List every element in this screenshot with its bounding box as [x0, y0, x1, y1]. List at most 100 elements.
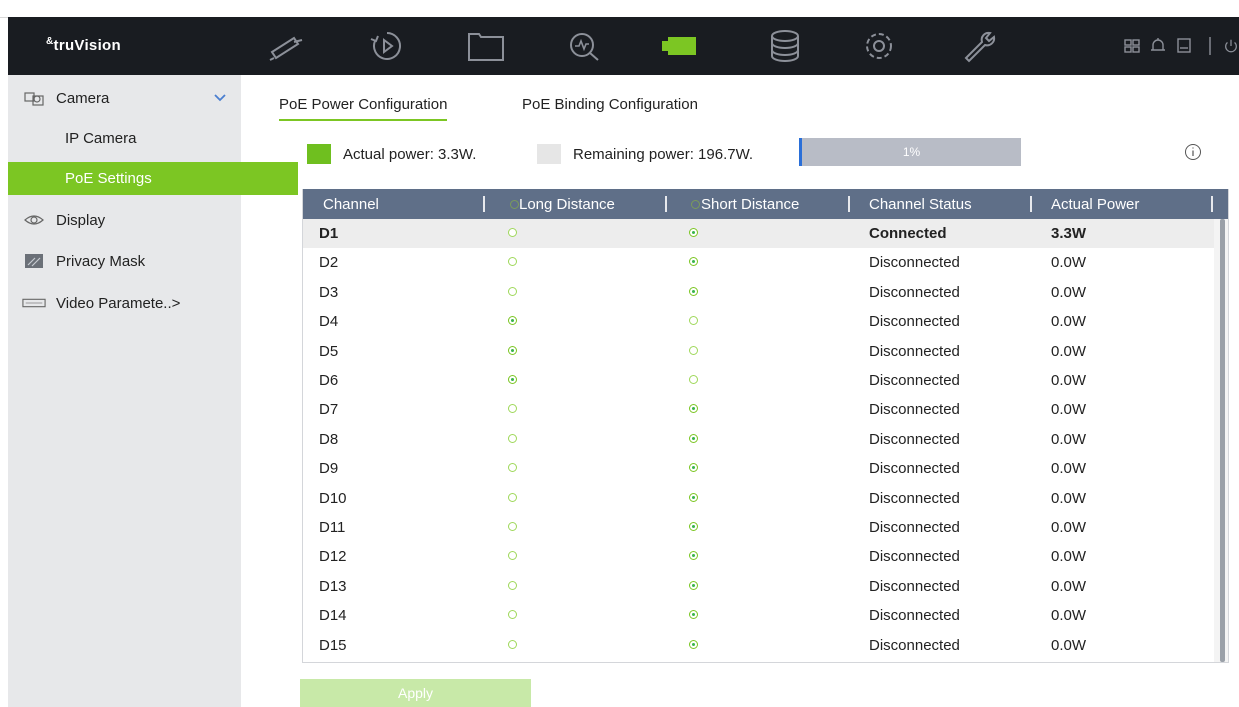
table-row[interactable]: D7 Disconnected 0.0W [303, 395, 1214, 424]
long-distance-radio[interactable] [508, 522, 517, 531]
actual-power-cell: 0.0W [1051, 607, 1087, 625]
monitor-icon[interactable] [1171, 35, 1197, 57]
long-distance-radio[interactable] [508, 345, 517, 355]
actual-power-cell: 0.0W [1051, 460, 1087, 478]
channel-status-cell: Disconnected [869, 283, 960, 301]
short-distance-radio[interactable] [689, 228, 698, 237]
sidebar-item-label: Video Paramete..> [56, 294, 181, 312]
long-distance-radio[interactable] [508, 492, 517, 502]
power-icon[interactable] [1223, 35, 1239, 57]
short-distance-radio[interactable] [689, 433, 698, 443]
table-row[interactable]: D5 Disconnected 0.0W [303, 337, 1214, 366]
table-row[interactable]: D2 Disconnected 0.0W [303, 248, 1214, 277]
video-camera-icon[interactable] [658, 26, 704, 66]
maintenance-icon[interactable] [956, 26, 1002, 66]
short-distance-radio[interactable] [689, 345, 698, 355]
long-distance-radio[interactable] [508, 257, 517, 267]
top-strip [0, 0, 1239, 18]
scrollbar-thumb[interactable] [1220, 219, 1225, 662]
sidebar-item-display[interactable]: Display [8, 203, 241, 237]
camera-icon[interactable] [262, 26, 308, 66]
column-separator [1030, 196, 1032, 212]
short-distance-radio[interactable] [689, 551, 698, 561]
top-navigation-bar: &truVision [8, 17, 1239, 75]
storage-icon[interactable] [762, 26, 808, 66]
short-distance-select-all-radio[interactable] [691, 200, 700, 209]
sidebar-item-label: Display [56, 211, 106, 229]
tab-poe-power-configuration[interactable]: PoE Power Configuration [279, 96, 448, 121]
actual-power-text: Actual power: 3.3W. [343, 145, 477, 163]
actual-power-cell: 0.0W [1051, 577, 1087, 595]
long-distance-radio[interactable] [508, 551, 517, 561]
sidebar-item-label: Camera [56, 89, 110, 107]
sidebar-item-privacy-mask[interactable]: Privacy Mask [8, 244, 241, 278]
info-icon[interactable] [1184, 143, 1202, 161]
short-distance-radio[interactable] [689, 257, 698, 267]
sidebar-item-poe-settings[interactable]: PoE Settings [8, 162, 298, 195]
short-distance-radio[interactable] [689, 522, 698, 531]
table-scrollbar[interactable] [1214, 219, 1228, 662]
eye-icon [22, 211, 46, 229]
privacy-mask-icon [22, 252, 46, 270]
long-distance-radio[interactable] [508, 375, 517, 384]
playback-icon[interactable] [364, 26, 410, 66]
long-distance-radio[interactable] [508, 610, 517, 620]
channel-status-cell: Disconnected [869, 401, 960, 419]
sidebar-item-camera[interactable]: Camera [8, 81, 241, 115]
table-row[interactable]: D9 Disconnected 0.0W [303, 454, 1214, 483]
long-distance-radio[interactable] [508, 463, 517, 473]
table-row[interactable]: D13 Disconnected 0.0W [303, 572, 1214, 601]
short-distance-radio[interactable] [689, 580, 698, 590]
bell-icon[interactable] [1145, 35, 1171, 57]
channel-status-cell: Disconnected [869, 636, 960, 654]
table-row[interactable]: D11 Disconnected 0.0W [303, 513, 1214, 542]
tab-poe-binding-configuration[interactable]: PoE Binding Configuration [522, 96, 698, 119]
short-distance-radio[interactable] [689, 404, 698, 414]
settings-icon[interactable] [856, 26, 902, 66]
long-distance-radio[interactable] [508, 286, 517, 296]
short-distance-radio[interactable] [689, 463, 698, 473]
long-distance-radio[interactable] [508, 639, 517, 649]
short-distance-radio[interactable] [689, 375, 698, 384]
table-row[interactable]: D14 Disconnected 0.0W [303, 601, 1214, 630]
channel-cell: D1 [319, 225, 339, 242]
search-event-icon[interactable] [561, 26, 607, 66]
long-distance-radio[interactable] [508, 228, 517, 237]
chevron-down-icon[interactable] [213, 90, 227, 104]
sidebar-item-ip-camera[interactable]: IP Camera [8, 121, 298, 155]
table-row[interactable]: D6 Disconnected 0.0W [303, 366, 1214, 395]
table-row[interactable]: D12 Disconnected 0.0W [303, 542, 1214, 571]
actual-power-cell: 0.0W [1051, 372, 1087, 389]
long-distance-radio[interactable] [508, 316, 517, 326]
table-row[interactable]: D1 Connected 3.3W [303, 219, 1214, 248]
short-distance-radio[interactable] [689, 610, 698, 620]
long-distance-radio[interactable] [508, 404, 517, 414]
sidebar: Camera IP Camera PoE Settings Display Pr… [8, 75, 298, 707]
sidebar-item-video-parameters[interactable]: Video Paramete..> [8, 286, 241, 320]
channel-cell: D3 [319, 283, 339, 301]
short-distance-radio[interactable] [689, 316, 698, 326]
table-row[interactable]: D10 Disconnected 0.0W [303, 484, 1214, 513]
table-row[interactable]: D15 Disconnected 0.0W [303, 631, 1214, 660]
long-distance-radio[interactable] [508, 433, 517, 443]
grid-icon[interactable] [1119, 35, 1145, 57]
table-row[interactable]: D3 Disconnected 0.0W [303, 278, 1214, 307]
table-row[interactable]: D4 Disconnected 0.0W [303, 307, 1214, 336]
long-distance-radio[interactable] [508, 580, 517, 590]
actual-power-cell: 0.0W [1051, 430, 1087, 448]
channel-cell: D14 [319, 607, 347, 625]
channel-cell: D6 [319, 372, 339, 389]
column-header-channel: Channel [323, 196, 379, 213]
actual-power-cell: 0.0W [1051, 342, 1087, 360]
short-distance-radio[interactable] [689, 286, 698, 296]
table-row[interactable]: D8 Disconnected 0.0W [303, 425, 1214, 454]
actual-power-swatch [307, 144, 331, 164]
header-right-tools [1119, 35, 1239, 57]
short-distance-radio[interactable] [689, 639, 698, 649]
long-distance-select-all-radio[interactable] [510, 200, 519, 209]
apply-button[interactable]: Apply [300, 679, 531, 707]
short-distance-radio[interactable] [689, 492, 698, 502]
folder-icon[interactable] [463, 26, 509, 66]
video-parameters-icon [22, 294, 46, 312]
channel-cell: D10 [319, 489, 347, 507]
